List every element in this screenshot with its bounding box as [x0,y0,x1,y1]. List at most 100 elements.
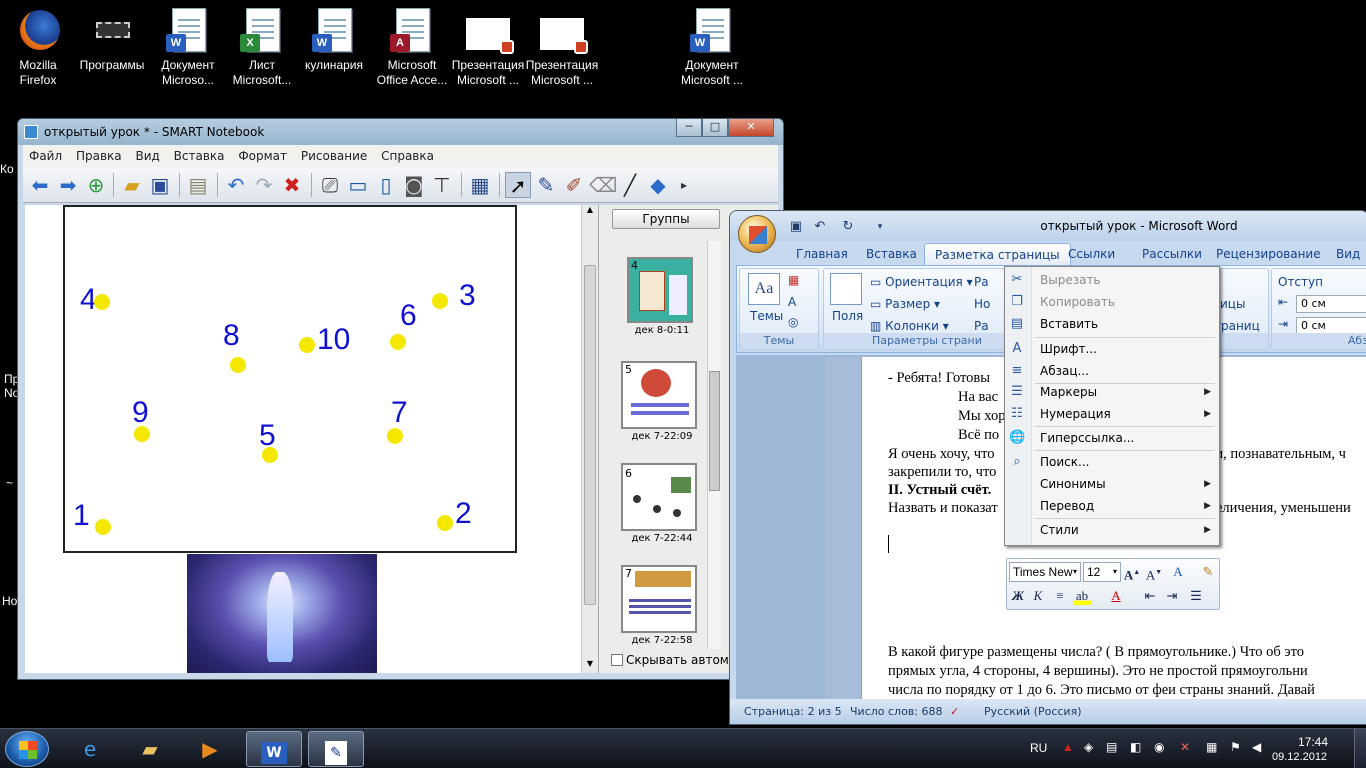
shapes-icon[interactable]: ◆ [645,172,671,198]
start-button[interactable] [5,731,49,767]
page-thumbnail[interactable]: 5 [621,361,697,429]
select-pointer-icon[interactable]: ➚ [505,172,531,198]
explorer-taskbar-icon[interactable]: ▰ [122,731,178,767]
maximize-button[interactable]: □ [702,119,728,137]
tray-icon[interactable]: ◉ [1154,740,1164,754]
menu-item-hyperlink[interactable]: 🌐 Гиперссылка... [1009,427,1217,449]
close-button[interactable]: ✕ [728,119,774,137]
menu-item-copy[interactable]: ❐ Копировать [1011,291,1217,313]
paste-icon[interactable]: ▤ [185,172,211,198]
theme-effects-icon[interactable]: ◎ [788,315,798,329]
menu-help[interactable]: Справка [381,149,434,163]
save-icon[interactable]: ▣ [147,172,173,198]
menu-item-paste[interactable]: ▤ Вставить [1011,313,1217,335]
bullets-icon[interactable]: ☰ [1187,587,1205,605]
shrink-font-icon[interactable]: A▼ [1145,563,1163,582]
status-page[interactable]: Страница: 2 из 5 [744,699,842,724]
qat-customize-icon[interactable]: ▾ [872,219,888,235]
notebook-canvas[interactable]: 4 3 6 8 10 9 7 5 1 2 [25,205,581,673]
font-color-icon[interactable]: A [1107,587,1125,605]
line-icon[interactable]: ╱ [617,172,643,198]
menu-format[interactable]: Формат [238,149,287,163]
menu-item-styles[interactable]: Стили ▶ [1033,519,1217,541]
show-desktop-button[interactable] [1354,729,1366,768]
yellow-dot[interactable] [390,334,406,350]
scroll-thumb[interactable] [584,265,596,605]
page-thumbnail[interactable]: 7 [621,565,697,633]
desktop-icon-presentation-2[interactable]: Презентация Microsoft ... [524,6,600,88]
undo-icon[interactable]: ↶ [812,219,828,235]
clock-date[interactable]: 09.12.2012 [1272,751,1327,763]
desktop-icon-programs[interactable]: Программы [74,6,150,73]
document-camera-icon[interactable]: ⊤ [429,172,455,198]
network-icon[interactable]: ✕ [1180,740,1190,754]
smart-title-bar[interactable]: открытый урок * - SMART Notebook ─ □ ✕ [18,119,783,145]
autohide-checkbox[interactable]: Скрывать автомат [611,653,743,667]
redo-icon[interactable]: ↻ [840,219,856,235]
tab-insert[interactable]: Вставка [856,243,927,265]
desktop-icon-firefox[interactable]: Mozilla Firefox [0,6,76,88]
styles-icon[interactable]: A [1169,563,1187,581]
tray-icon[interactable]: ◧ [1130,740,1141,754]
undo-icon[interactable]: ↶ [223,172,249,198]
desktop-icon-word-doc[interactable]: W Документ Microso... [150,6,226,88]
hyphenation-button[interactable]: Ра [974,319,989,333]
save-icon[interactable]: ▣ [788,219,804,235]
status-language[interactable]: Русский (Россия) [984,699,1082,724]
fairy-image[interactable] [187,554,377,673]
yellow-dot[interactable] [387,428,403,444]
language-indicator[interactable]: RU [1030,741,1047,755]
menu-item-translate[interactable]: Перевод ▶ [1033,495,1217,517]
more-tools-icon[interactable]: ▸ [671,172,697,198]
yellow-dot[interactable] [299,337,315,353]
groups-button[interactable]: Группы [612,209,720,229]
bold-icon[interactable]: Ж [1009,587,1027,605]
desktop-icon-access[interactable]: A Microsoft Office Acce... [374,6,450,88]
menu-item-synonyms[interactable]: Синонимы ▶ [1033,473,1217,495]
format-painter-icon[interactable]: ✎ [1199,563,1217,581]
yellow-dot[interactable] [262,447,278,463]
page-thumbnail[interactable]: 4 [627,257,693,323]
minimize-button[interactable]: ─ [676,119,702,137]
yellow-dot[interactable] [94,294,110,310]
delete-icon[interactable]: ✖ [279,172,305,198]
tray-icon[interactable]: ▦ [1206,740,1217,754]
font-name-select[interactable]: Times New ▾ [1009,562,1081,582]
forward-arrow-icon[interactable]: ➡ [55,172,81,198]
menu-file[interactable]: Файл [29,149,62,163]
canvas-vertical-scrollbar[interactable]: ▲ ▼ [581,205,598,673]
ie-taskbar-icon[interactable]: e [62,731,118,767]
italic-icon[interactable]: К [1029,587,1047,605]
office-button[interactable] [738,215,776,253]
yellow-dot[interactable] [432,293,448,309]
margins-button[interactable]: Поля [832,309,863,323]
menu-view[interactable]: Вид [135,149,159,163]
theme-fonts-icon[interactable]: A [788,295,796,309]
whiteboard-page[interactable]: 4 3 6 8 10 9 7 5 1 2 [63,205,517,553]
menu-item-research[interactable]: ⌕ Поиск... [1013,451,1217,473]
tab-page-layout[interactable]: Разметка страницы [924,243,1071,265]
status-word-count[interactable]: Число слов: 688 [850,699,943,724]
page-thumbnail[interactable]: 6 [621,463,697,531]
tab-review[interactable]: Рецензирование [1206,243,1331,265]
desktop-icon-cooking[interactable]: W кулинария [296,6,372,73]
themes-button[interactable]: Темы [750,309,783,323]
word-taskbar-icon[interactable]: W [246,731,302,767]
font-size-select[interactable]: 12 ▾ [1083,562,1121,582]
smart-notebook-taskbar-icon[interactable]: ✎ [308,731,364,767]
line-numbers-button[interactable]: Но [974,297,990,311]
camera-icon[interactable]: ◙ [401,172,427,198]
page-borders-partial[interactable]: ицы [1220,297,1245,311]
sorter-scrollbar[interactable] [707,241,721,649]
clock-time[interactable]: 17:44 [1298,735,1328,749]
dual-page-icon[interactable]: ▯ [373,172,399,198]
back-arrow-icon[interactable]: ⬅ [27,172,53,198]
menu-item-numbering[interactable]: ☷ Нумерация ▶ [1011,403,1217,425]
eraser-icon[interactable]: ⌫ [589,172,617,198]
tab-mailings[interactable]: Рассылки [1132,243,1212,265]
media-player-taskbar-icon[interactable]: ▶ [182,731,238,767]
menu-insert[interactable]: Вставка [174,149,225,163]
margins-icon[interactable] [830,273,862,305]
yellow-dot[interactable] [230,357,246,373]
grow-font-icon[interactable]: A▲ [1123,563,1141,582]
